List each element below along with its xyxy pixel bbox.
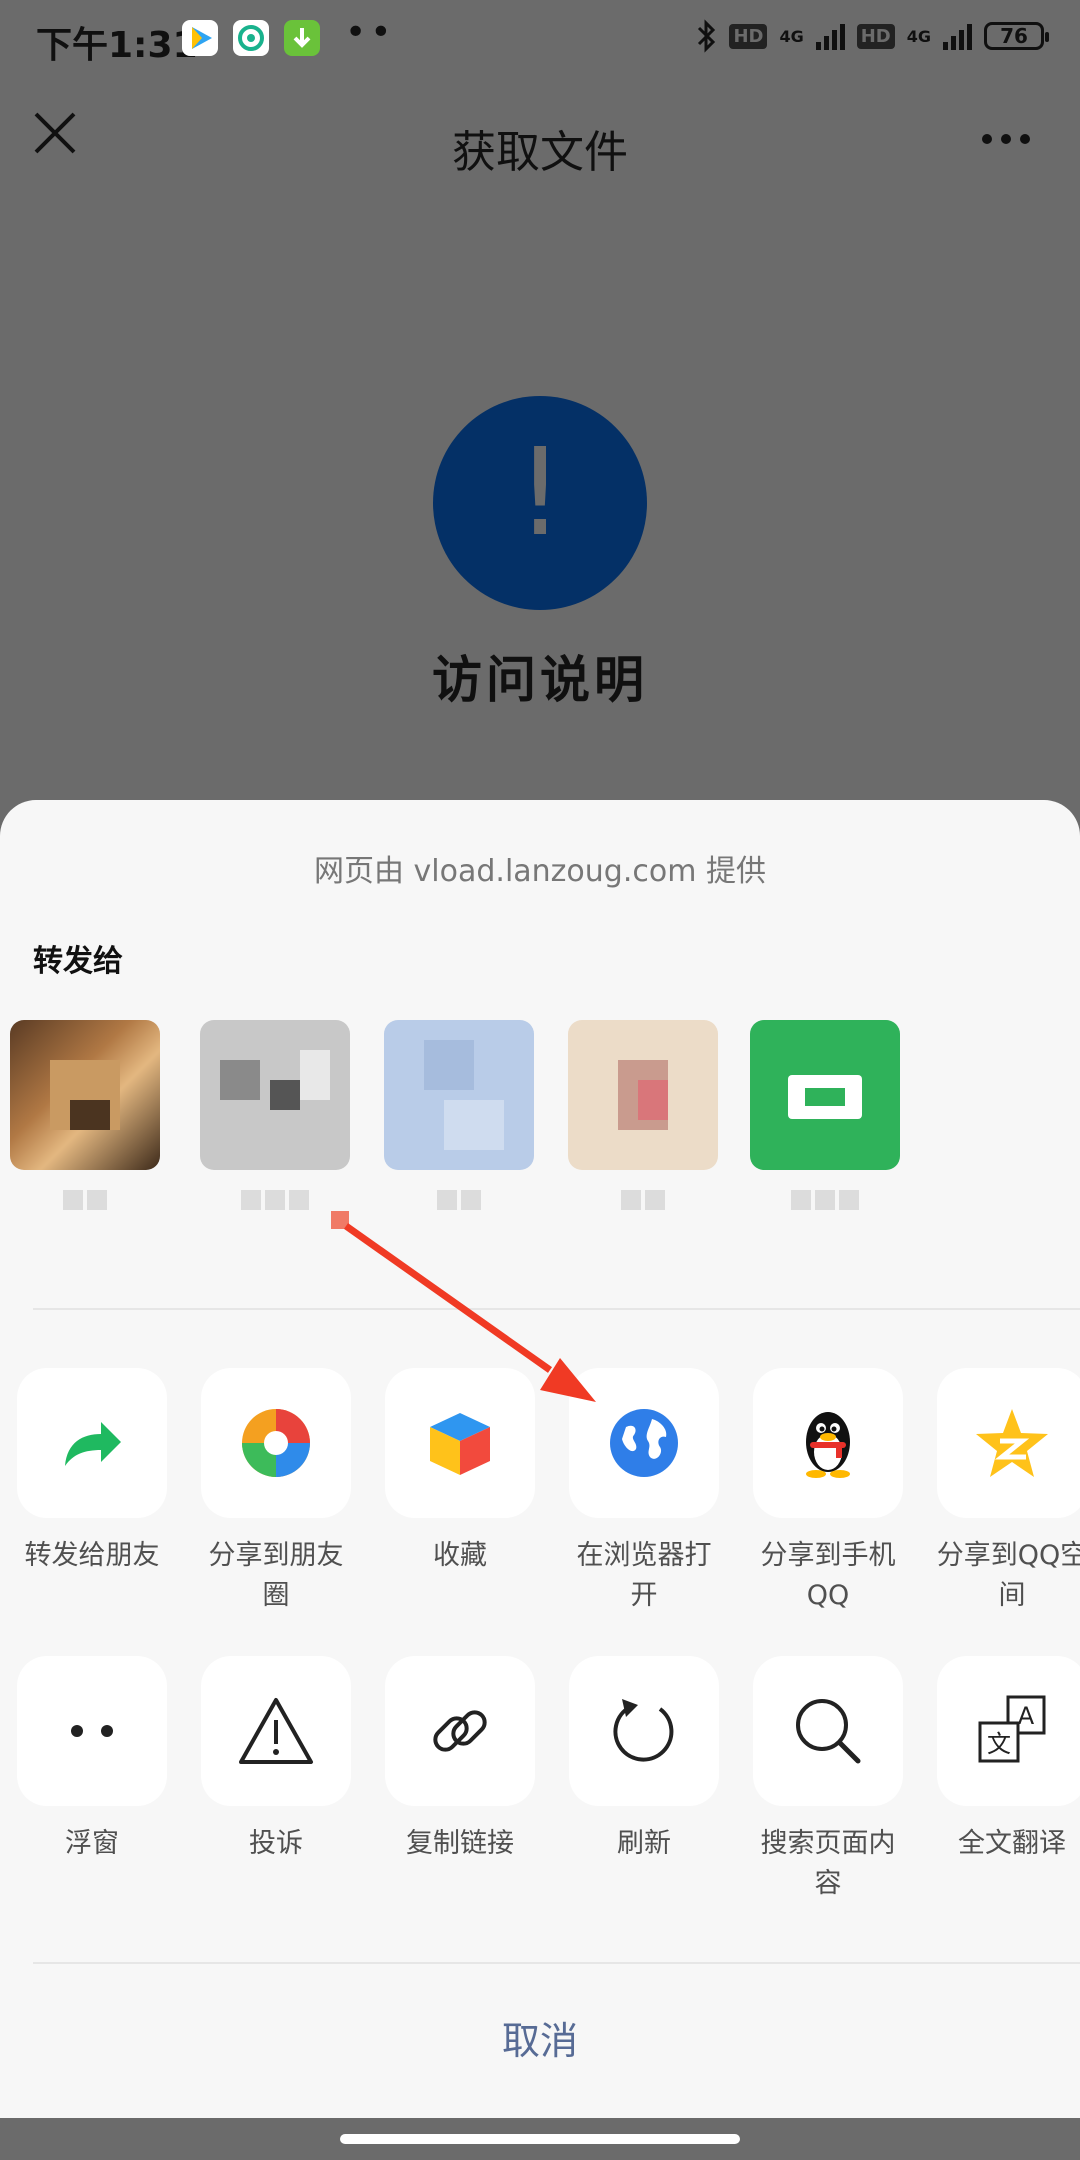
- warning-triangle-icon: [239, 1698, 313, 1764]
- action-label: 刷新: [617, 1828, 671, 1859]
- contact-name: [568, 1190, 718, 1250]
- status-right: HD 4G HD 4G 76: [695, 18, 1049, 54]
- download-icon: [284, 20, 320, 56]
- action-label: 分享到QQ空间: [936, 1540, 1080, 1611]
- float-window-button[interactable]: 浮窗: [16, 1656, 168, 1864]
- translate-button[interactable]: A 文 全文翻译: [936, 1656, 1080, 1864]
- action-label: 分享到手机QQ: [760, 1540, 896, 1611]
- share-to-qq-button[interactable]: 分享到手机QQ: [752, 1368, 904, 1616]
- provider-text: 网页由 vload.lanzoug.com 提供: [314, 854, 766, 889]
- moments-shutter-icon: [242, 1409, 310, 1477]
- signal-bars-icon: [815, 22, 845, 50]
- action-label: 搜索页面内容: [760, 1828, 896, 1899]
- avatar: [384, 1020, 534, 1170]
- section-divider: [33, 1962, 1080, 1964]
- link-icon: [433, 1710, 487, 1752]
- avatar: [568, 1020, 718, 1170]
- float-window-icon: [71, 1725, 113, 1737]
- refresh-button[interactable]: 刷新: [568, 1656, 720, 1864]
- contact-item[interactable]: [384, 1020, 534, 1250]
- avatar: [10, 1020, 160, 1170]
- action-label: 转发给朋友: [24, 1540, 160, 1571]
- action-label: 投诉: [249, 1828, 303, 1859]
- share-to-qzone-button[interactable]: 分享到QQ空间: [936, 1368, 1080, 1616]
- more-options-icon[interactable]: [982, 134, 1030, 144]
- share-sheet: 网页由 vload.lanzoug.com 提供 转发给 转发给朋友 分享到朋友…: [0, 800, 1080, 2118]
- bluetooth-icon: [698, 19, 716, 53]
- action-label: 分享到朋友圈: [208, 1540, 344, 1611]
- contact-name: [10, 1190, 160, 1250]
- hd-badge: HD: [856, 23, 895, 49]
- avatar: [750, 1020, 900, 1170]
- favorite-button[interactable]: 收藏: [384, 1368, 536, 1576]
- forward-arrow-icon: [65, 1422, 121, 1466]
- search-icon: [796, 1699, 861, 1764]
- open-in-browser-button[interactable]: 在浏览器打开: [568, 1368, 720, 1616]
- section-divider: [33, 1308, 1080, 1310]
- action-label: 收藏: [433, 1540, 487, 1571]
- contact-name: [384, 1190, 534, 1250]
- qq-penguin-icon: [806, 1412, 850, 1478]
- home-indicator[interactable]: [340, 2134, 740, 2144]
- share-to-moments-button[interactable]: 分享到朋友圈: [200, 1368, 352, 1616]
- network-type: 4G: [906, 26, 931, 46]
- svg-text:文: 文: [987, 1730, 1011, 1758]
- cancel-button[interactable]: 取消: [0, 2010, 1080, 2065]
- exclamation-mark: !: [515, 424, 565, 563]
- translate-icon: A 文: [978, 1695, 1046, 1763]
- contact-item[interactable]: [10, 1020, 160, 1250]
- title-bar: 获取文件: [0, 80, 1080, 205]
- contact-item[interactable]: [568, 1020, 718, 1250]
- refresh-icon: [613, 1699, 674, 1762]
- search-page-button[interactable]: 搜索页面内容: [752, 1656, 904, 1904]
- contact-item[interactable]: [750, 1020, 900, 1250]
- qzone-star-icon: [976, 1409, 1048, 1477]
- contact-item[interactable]: [200, 1020, 350, 1250]
- forward-to-friend-button[interactable]: 转发给朋友: [16, 1368, 168, 1576]
- navigation-bar: [0, 2118, 1080, 2160]
- status-bar: 下午1:31 •• HD 4G HD 4G 76: [0, 0, 1080, 80]
- action-label: 在浏览器打开: [576, 1540, 712, 1611]
- avatar: [200, 1020, 350, 1170]
- copy-link-button[interactable]: 复制链接: [384, 1656, 536, 1864]
- browser-globe-icon: [610, 1409, 678, 1477]
- svg-text:A: A: [1018, 1702, 1035, 1730]
- action-label: 浮窗: [65, 1828, 119, 1859]
- report-button[interactable]: 投诉: [200, 1656, 352, 1864]
- page-title: 获取文件: [452, 127, 628, 178]
- play-store-icon: [182, 20, 218, 56]
- network-type: 4G: [779, 26, 804, 46]
- favorite-cube-icon: [430, 1413, 490, 1475]
- contact-name: [200, 1190, 350, 1250]
- forward-section-title: 转发给: [33, 944, 123, 979]
- info-circle-icon: !: [433, 396, 647, 610]
- access-heading: 访问说明: [432, 651, 648, 709]
- mobile-carrier-icon: [233, 20, 269, 56]
- action-label: 复制链接: [406, 1828, 514, 1859]
- battery-icon: 76: [984, 22, 1049, 50]
- action-label: 全文翻译: [958, 1828, 1066, 1859]
- contact-name: [750, 1190, 900, 1250]
- status-time: 下午1:31: [36, 25, 198, 66]
- hd-badge: HD: [729, 23, 768, 49]
- more-notifications-icon: ••: [345, 12, 396, 53]
- signal-bars-icon: [943, 22, 972, 50]
